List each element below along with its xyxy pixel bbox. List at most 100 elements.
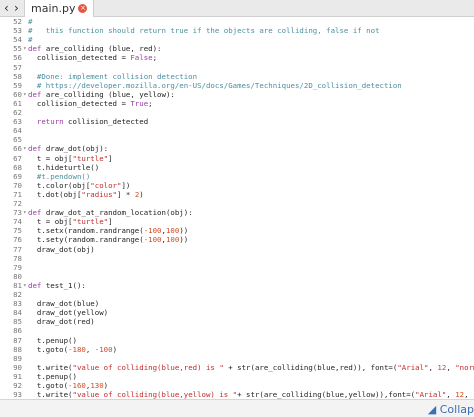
code-text: def draw_dot_at_random_location(obj):	[28, 208, 193, 217]
code-token: t.penup()	[28, 371, 77, 381]
code-token: # https://developer.mozilla.org/en-US/do…	[28, 80, 402, 90]
code-line[interactable]: 68 t.hideturtle()	[0, 163, 474, 172]
code-token: def	[28, 208, 46, 218]
code-line[interactable]: 80	[0, 272, 474, 281]
code-token: + str(are_colliding(blue,red)), font=(	[223, 362, 398, 372]
code-token: t.write(	[28, 362, 73, 372]
code-line[interactable]: 84 draw_dot(yellow)	[0, 308, 474, 317]
line-number: 61	[13, 98, 22, 108]
fold-arrow-icon[interactable]: ▾	[23, 44, 27, 53]
code-line[interactable]: 72	[0, 199, 474, 208]
code-token: "value of colliding(blue,red) is "	[72, 362, 224, 372]
code-line[interactable]: 54 #	[0, 35, 474, 44]
code-line[interactable]: 90 t.write("value of colliding(blue,red)…	[0, 363, 474, 372]
code-line[interactable]: 58 #Done: implement collision detection	[0, 72, 474, 81]
code-line[interactable]: 73 ▾ def draw_dot_at_random_location(obj):	[0, 208, 474, 217]
code-line[interactable]: 91 t.penup()	[0, 372, 474, 381]
code-token: + str(are_colliding(blue,yellow)),font=(	[237, 390, 416, 399]
code-line[interactable]: 53 # this function should return true if …	[0, 26, 474, 35]
code-line[interactable]: 75 t.setx(random.randrange(-100,100))	[0, 226, 474, 235]
forward-arrow-icon[interactable]: ›	[14, 1, 19, 15]
code-line[interactable]: 61 collision_detected = True;	[0, 99, 474, 108]
code-line[interactable]: 57	[0, 63, 474, 72]
code-text: t.penup()	[28, 336, 77, 345]
fold-arrow-icon[interactable]: ▾	[23, 281, 27, 290]
code-token: ] *	[117, 189, 135, 199]
code-line[interactable]: 74 t = obj["turtle"]	[0, 217, 474, 226]
code-text: draw_dot(red)	[28, 317, 95, 326]
code-line[interactable]: 70 t.color(obj["color"])	[0, 181, 474, 190]
code-token: t.hideturtle()	[28, 162, 100, 172]
line-number: 64	[13, 126, 22, 136]
code-text: draw_dot(obj)	[28, 245, 95, 254]
code-line[interactable]: 81 ▾ def test_1():	[0, 281, 474, 290]
code-token: ))	[179, 226, 189, 236]
code-token: 130	[90, 381, 104, 390]
fold-arrow-icon[interactable]: ▾	[23, 208, 27, 217]
line-number: 67	[13, 153, 22, 163]
back-arrow-icon[interactable]: ‹	[4, 1, 9, 15]
tab-main-py[interactable]: main.py ×	[24, 0, 95, 17]
code-line[interactable]: 86	[0, 326, 474, 335]
code-token: def	[28, 89, 46, 99]
line-number: 79	[13, 262, 22, 272]
code-text: draw_dot(blue)	[28, 299, 99, 308]
code-text: def are_colliding (blue, red):	[28, 44, 162, 53]
code-line[interactable]: 59 # https://developer.mozilla.org/en-US…	[0, 81, 474, 90]
code-editor[interactable]: 52 #53 # this function should return true …	[0, 17, 474, 399]
code-line[interactable]: 52 #	[0, 17, 474, 26]
close-icon[interactable]: ×	[78, 4, 88, 13]
line-number: 53	[13, 26, 22, 36]
code-line[interactable]: 92 t.goto(-160,130)	[0, 381, 474, 390]
code-token: draw_dot(obj):	[45, 144, 109, 154]
code-token: )	[139, 189, 144, 199]
code-line[interactable]: 69 #t.pendown()	[0, 172, 474, 181]
code-token: t.goto(	[28, 344, 69, 354]
code-line[interactable]: 55 ▾ def are_colliding (blue, red):	[0, 44, 474, 53]
code-line[interactable]: 76 t.sety(random.randrange(-100,100))	[0, 235, 474, 244]
code-line[interactable]: 67 t = obj["turtle"]	[0, 154, 474, 163]
code-line[interactable]: 71 t.dot(obj["radius"] * 2)	[0, 190, 474, 199]
code-line[interactable]: 83 draw_dot(blue)	[0, 299, 474, 308]
code-token: draw_dot(obj)	[28, 244, 95, 254]
code-text: draw_dot(yellow)	[28, 308, 108, 317]
line-number: 89	[13, 353, 22, 363]
collapse-button[interactable]: ◢ Collap	[428, 403, 474, 416]
fold-arrow-icon[interactable]: ▾	[23, 144, 27, 153]
code-line[interactable]: 87 t.penup()	[0, 336, 474, 345]
code-line[interactable]: 62	[0, 108, 474, 117]
line-number: 87	[13, 335, 22, 345]
code-line[interactable]: 82	[0, 290, 474, 299]
code-text: return collision_detected	[28, 117, 148, 126]
line-number: 63	[13, 117, 22, 127]
code-text: # this function should return true if th…	[28, 26, 380, 35]
code-token: def	[28, 144, 46, 154]
code-line[interactable]: 88 t.goto(-180, -100)	[0, 345, 474, 354]
code-token: #	[28, 35, 33, 45]
code-line[interactable]: 66 ▾ def draw_dot(obj):	[0, 144, 474, 153]
code-line[interactable]: 79	[0, 263, 474, 272]
code-token: t.dot(obj[	[28, 189, 82, 199]
code-line[interactable]: 65	[0, 135, 474, 144]
code-line[interactable]: 77 draw_dot(obj)	[0, 245, 474, 254]
fold-arrow-icon[interactable]: ▾	[23, 90, 27, 99]
code-line[interactable]: 64	[0, 126, 474, 135]
code-line[interactable]: 78	[0, 254, 474, 263]
line-number: 66	[13, 144, 22, 154]
code-line[interactable]: 56 collision_detected = False;	[0, 53, 474, 62]
code-line[interactable]: 63 return collision_detected	[0, 117, 474, 126]
code-line[interactable]: 93 t.write("value of colliding(blue,yell…	[0, 390, 474, 399]
code-text: t.goto(-180, -100)	[28, 345, 117, 354]
code-text: def draw_dot(obj):	[28, 144, 108, 153]
code-token: 12	[455, 390, 465, 399]
line-number: 75	[13, 226, 22, 236]
code-line[interactable]: 85 draw_dot(red)	[0, 317, 474, 326]
line-number: 76	[13, 235, 22, 245]
line-number: 86	[13, 326, 22, 336]
code-line[interactable]: 89	[0, 354, 474, 363]
code-token: draw_dot(red)	[28, 317, 95, 327]
code-token: t = obj[	[28, 153, 73, 163]
code-line[interactable]: 60 ▾ def are_colliding (blue, yellow):	[0, 90, 474, 99]
code-token: draw_dot_at_random_location(obj):	[45, 208, 193, 218]
code-token: ]	[108, 153, 113, 163]
